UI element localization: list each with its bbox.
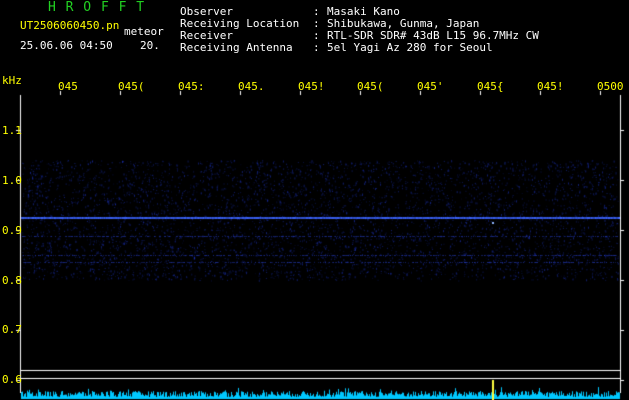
time-tick: 045( [118, 80, 145, 93]
freq-tick: 1.0 [2, 174, 22, 187]
time-tick: 045: [178, 80, 205, 93]
time-tick: 045! [298, 80, 325, 93]
meteor-label: meteor [124, 25, 164, 38]
filename: UT2506060450.pn [20, 19, 120, 32]
time-tick: 045! [537, 80, 564, 93]
meteor-count: 20. [140, 39, 160, 52]
antenna-value: 5el Yagi Az 280 for Seoul [327, 41, 493, 54]
time-tick: 045{ [477, 80, 504, 93]
time-tick: 045. [238, 80, 265, 93]
spectrogram-canvas [0, 0, 629, 400]
time-tick: 045 [58, 80, 78, 93]
freq-tick: 1.1 [2, 124, 22, 137]
freq-tick: 0.7 [2, 323, 22, 336]
app-logo: H R O F F T [48, 0, 146, 15]
time-tick: 045( [357, 80, 384, 93]
time-tick: 045' [417, 80, 444, 93]
freq-tick: 0.9 [2, 224, 22, 237]
unit-label: kHz [2, 74, 22, 87]
freq-tick: 0.8 [2, 274, 22, 287]
freq-tick: 0.6 [2, 373, 22, 386]
datetime: 25.06.06 04:50 [20, 39, 113, 52]
antenna-colon: : [313, 41, 320, 54]
antenna-label: Receiving Antenna [180, 41, 293, 54]
time-tick: 0500 [597, 80, 624, 93]
